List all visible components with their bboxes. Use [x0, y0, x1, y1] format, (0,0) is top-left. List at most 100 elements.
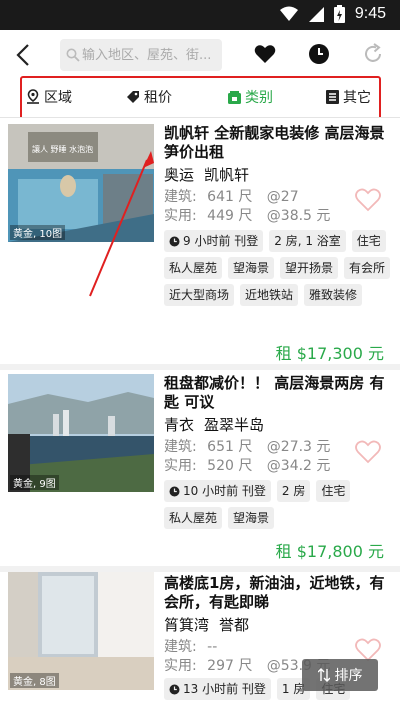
gross-area: 641 尺 [207, 189, 253, 205]
tag-label: 9 小时前 刊登 [183, 234, 259, 248]
tag-posted-time: 10 小时前 刊登 [164, 480, 271, 502]
listing-title[interactable]: 租盘都减价！！ 高层海景两房 有匙 可议 [164, 374, 388, 412]
tag-feature: 近地铁站 [240, 284, 299, 306]
wifi-icon [279, 6, 298, 21]
photo-count-caption: 黄金, 8图 [10, 673, 59, 688]
photo-count-caption: 黄金, 9图 [10, 475, 59, 490]
net-area-row: 实用: 449 尺 @38.5 元 [164, 205, 330, 225]
filter-bar: 区域 租价 类别 其它 [0, 76, 400, 120]
listing-price: 租 $17,800 元 [275, 542, 384, 561]
gross-area: -- [207, 639, 218, 655]
sort-button-label: 排序 [334, 668, 363, 684]
net-area: 297 尺 [207, 658, 253, 674]
gross-unit-price: @27 [266, 189, 299, 205]
tag-posted-time: 9 小时前 刊登 [164, 230, 264, 252]
clock-icon [169, 486, 180, 496]
back-button[interactable] [12, 42, 36, 68]
search-box[interactable] [60, 39, 222, 71]
status-time: 9:45 [354, 5, 386, 22]
status-bar: 9:45 [0, 0, 400, 30]
favorite-heart-icon[interactable] [355, 188, 381, 212]
net-unit-price: @38.5 元 [266, 208, 331, 224]
listing-tags: 9 小时前 刊登 2 房, 1 浴室 住宅 私人屋苑 望海景 望开扬景 有会所 … [164, 230, 394, 306]
battery-charging-icon [333, 5, 345, 23]
tag-feature: 私人屋苑 [164, 257, 223, 279]
net-label: 实用: [164, 658, 197, 674]
listing-location: 奥运 凯帆轩 [164, 164, 259, 185]
tag-feature: 有会所 [344, 257, 391, 279]
tag-feature: 望海景 [228, 257, 275, 279]
top-bar [0, 30, 400, 80]
photo-sign-text: 讓人 野睡 水泡泡 [32, 144, 93, 154]
tag-rooms: 2 房, 1 浴室 [269, 230, 346, 252]
tag-type: 住宅 [316, 480, 351, 502]
price-tag-icon [127, 91, 139, 103]
tag-label: 10 小时前 刊登 [183, 484, 266, 498]
gross-area-row: 建筑: 641 尺 @27 [164, 186, 299, 206]
listing-estate: 盈翠半岛 [204, 416, 265, 434]
filter-other[interactable]: 其它 [326, 85, 371, 109]
document-icon [326, 90, 339, 104]
tag-feature: 私人屋苑 [164, 507, 223, 529]
gross-area: 651 尺 [207, 439, 253, 455]
gross-label: 建筑: [164, 189, 197, 205]
tag-rooms: 2 房 [276, 480, 311, 502]
listing-photo[interactable]: 黄金, 8图 [8, 572, 154, 690]
refresh-icon[interactable] [362, 42, 384, 66]
location-pin-icon [27, 89, 39, 104]
signal-icon [308, 7, 324, 22]
listing-photo[interactable]: 黄金, 9图 [8, 374, 154, 492]
listing-photo[interactable]: 讓人 野睡 水泡泡 黄金, 10图 [8, 124, 154, 242]
photo-count-caption: 黄金, 10图 [10, 225, 66, 240]
tag-feature: 望开扬景 [280, 257, 339, 279]
tag-type: 住宅 [351, 230, 386, 252]
favorite-heart-icon[interactable] [355, 440, 381, 464]
gross-label: 建筑: [164, 439, 197, 455]
filter-district-label: 区域 [44, 90, 72, 106]
tag-feature: 近大型商场 [164, 284, 235, 306]
listing-location: 青衣 盈翠半岛 [164, 414, 274, 435]
listing-card[interactable]: 黄金, 9图 租盘都减价！！ 高层海景两房 有匙 可议 青衣 盈翠半岛 建筑: 6… [0, 370, 400, 566]
listing-estate: 誉都 [219, 616, 250, 634]
filter-category[interactable]: 类别 [228, 85, 273, 109]
search-input[interactable] [82, 39, 218, 71]
filter-rent-price-label: 租价 [144, 90, 172, 106]
tag-feature: 雅致装修 [304, 284, 363, 306]
filter-district[interactable]: 区域 [26, 85, 72, 109]
tag-posted-time: 13 小时前 刊登 [164, 678, 271, 700]
gross-unit-price: @27.3 元 [266, 439, 331, 455]
gross-area-row: 建筑: -- [164, 636, 227, 656]
back-arrow-icon [16, 44, 29, 66]
listing-card[interactable]: 讓人 野睡 水泡泡 黄金, 10图 凯帆轩 全新靓家电装修 高层海景 笋价出租 … [0, 118, 400, 364]
search-icon [66, 48, 80, 62]
history-clock-icon[interactable] [308, 43, 330, 65]
tag-feature: 望海景 [228, 507, 275, 529]
listing-estate: 凯帆轩 [204, 166, 250, 184]
category-icon [228, 90, 241, 104]
tag-label: 13 小时前 刊登 [183, 682, 266, 696]
net-area: 520 尺 [207, 458, 253, 474]
net-unit-price: @34.2 元 [266, 458, 331, 474]
net-label: 实用: [164, 208, 197, 224]
net-label: 实用: [164, 458, 197, 474]
listing-title[interactable]: 高楼底1房，新油油，近地铁，有会所，有匙即睇 [164, 574, 388, 612]
favorites-heart-icon[interactable] [254, 44, 276, 64]
listing-location: 筲箕湾 誉都 [164, 614, 259, 635]
gross-area-row: 建筑: 651 尺 @27.3 元 [164, 436, 330, 456]
filter-category-label: 类别 [245, 90, 273, 106]
sort-icon [317, 668, 330, 682]
gross-label: 建筑: [164, 639, 197, 655]
listing-district: 青衣 [164, 416, 195, 434]
clock-icon [169, 236, 180, 246]
listing-title[interactable]: 凯帆轩 全新靓家电装修 高层海景 笋价出租 [164, 124, 388, 162]
sort-button[interactable]: 排序 [302, 659, 378, 691]
listing-district: 奥运 [164, 166, 195, 184]
filter-other-label: 其它 [343, 90, 371, 106]
listing-price: 租 $17,300 元 [275, 344, 384, 363]
listing-tags: 10 小时前 刊登 2 房 住宅 私人屋苑 望海景 [164, 480, 394, 529]
filter-rent-price[interactable]: 租价 [126, 85, 172, 109]
listing-district: 筲箕湾 [164, 616, 210, 634]
net-area-row: 实用: 520 尺 @34.2 元 [164, 455, 330, 475]
net-area: 449 尺 [207, 208, 253, 224]
clock-icon [169, 684, 180, 694]
